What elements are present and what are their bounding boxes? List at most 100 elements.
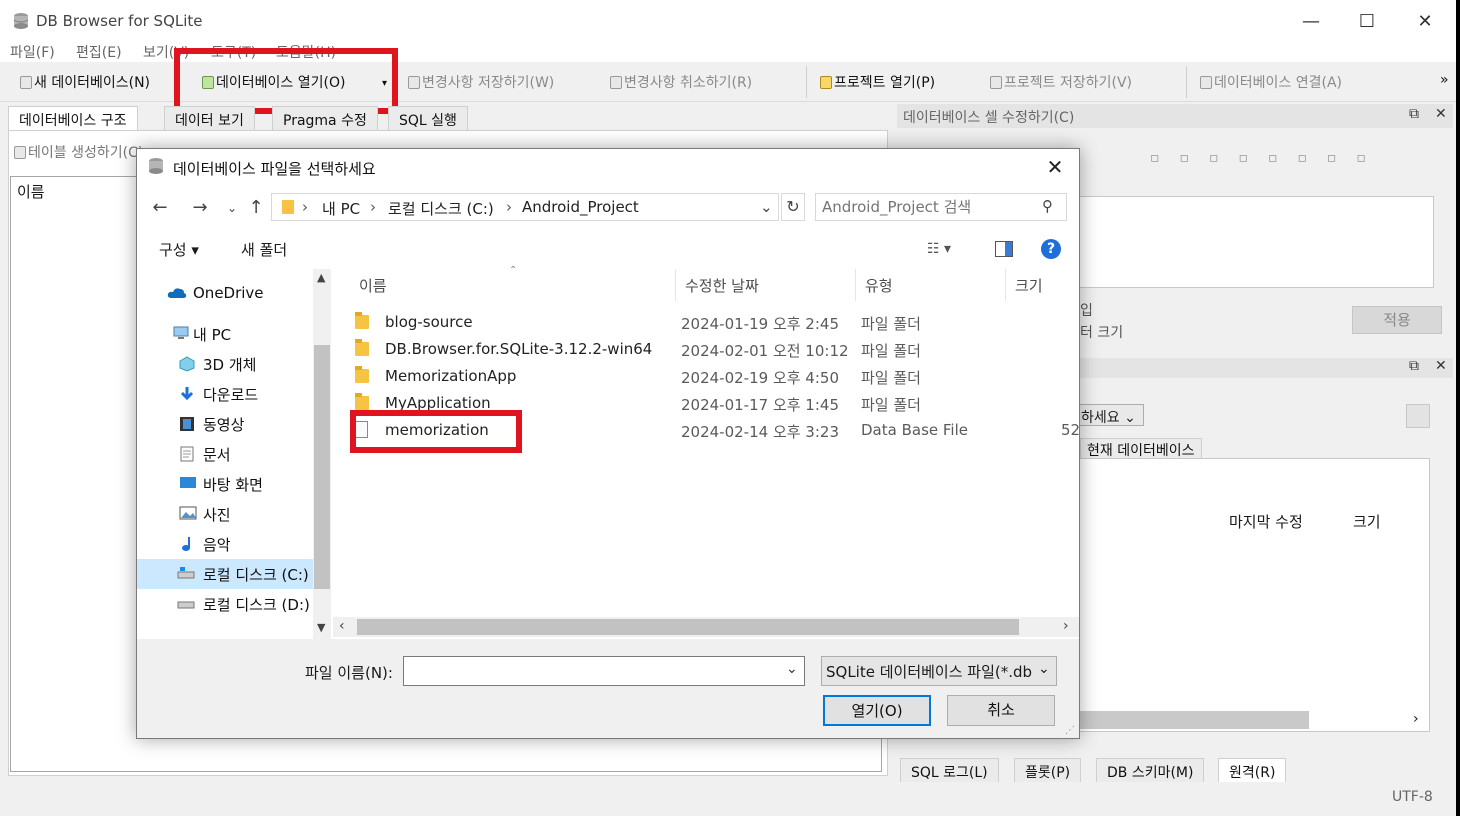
nav-item-local-disk-d[interactable]: 로컬 디스크 (D:): [137, 589, 315, 619]
address-bar[interactable]: › 내 PC › 로컬 디스크 (C:) › Android_Project ⌄: [271, 193, 779, 221]
remote-db-list[interactable]: 마지막 수정 크기 ›: [1078, 458, 1430, 732]
back-arrow-icon[interactable]: ←: [147, 195, 173, 221]
preview-pane-icon[interactable]: [995, 241, 1013, 257]
cancel-button[interactable]: 취소: [947, 695, 1055, 726]
tab-sql-log[interactable]: SQL 로그(L): [900, 758, 999, 782]
forward-arrow-icon[interactable]: →: [187, 195, 213, 221]
filename-dropdown-chevron-icon[interactable]: ⌄: [786, 661, 798, 677]
nav-item-music[interactable]: 음악: [137, 529, 315, 559]
dock-float-icon[interactable]: ⧉: [1409, 358, 1419, 374]
column-separator: [855, 269, 856, 301]
column-header-name[interactable]: 이름: [359, 275, 387, 296]
file-date: 2024-02-01 오전 10:12: [681, 342, 849, 360]
file-type-filter-select[interactable]: SQLite 데이터베이스 파일(*.db ⌄: [821, 656, 1057, 686]
remote-hscroll-thumb[interactable]: [1079, 711, 1309, 729]
search-input[interactable]: [822, 197, 1032, 217]
filename-combobox[interactable]: ⌄: [403, 656, 805, 686]
open-project-button[interactable]: 프로젝트 열기(P): [820, 72, 935, 92]
create-table-button[interactable]: 테이블 생성하기(C): [14, 142, 143, 162]
remote-push-button[interactable]: [1406, 404, 1430, 428]
scroll-thumb[interactable]: [314, 345, 330, 589]
write-changes-button[interactable]: 변경사항 저장하기(W): [408, 72, 554, 92]
menu-file[interactable]: 파일(F): [10, 42, 55, 62]
nav-item-documents[interactable]: 문서: [137, 439, 315, 469]
pc-icon: [173, 326, 189, 339]
minimize-button[interactable]: —: [1288, 8, 1334, 36]
file-row-memorizationapp[interactable]: MemorizationApp 2024-02-19 오후 4:50 파일 폴더: [343, 363, 1073, 390]
column-last-modified: 마지막 수정: [1229, 513, 1303, 531]
tab-db-schema[interactable]: DB 스키마(M): [1096, 758, 1205, 782]
resize-grip-icon[interactable]: ⋰: [1065, 725, 1075, 736]
nav-label-local-disk-d: 로컬 디스크 (D:): [203, 596, 310, 614]
breadcrumb-local-disk-c[interactable]: 로컬 디스크 (C:): [388, 198, 494, 219]
nav-item-3d-objects[interactable]: 3D 개체: [137, 349, 315, 379]
breadcrumb-this-pc[interactable]: 내 PC: [322, 198, 360, 219]
nav-label-downloads: 다운로드: [203, 386, 259, 404]
refresh-icon[interactable]: ↻: [781, 193, 805, 221]
open-button[interactable]: 열기(O): [823, 695, 931, 726]
address-dropdown-chevron-icon[interactable]: ⌄: [760, 198, 773, 216]
tab-browse-data[interactable]: 데이터 보기: [164, 106, 255, 130]
scroll-down-arrow[interactable]: ▼: [317, 621, 325, 634]
toolbar-overflow-button[interactable]: »: [1440, 72, 1449, 88]
tab-database-structure[interactable]: 데이터베이스 구조: [8, 106, 138, 130]
tab-remote[interactable]: 원격(R): [1218, 758, 1287, 782]
breadcrumb-android-project[interactable]: Android_Project: [522, 198, 639, 216]
remote-identity-select[interactable]: 하세요 ⌄: [1076, 404, 1144, 426]
scroll-right-arrow[interactable]: ›: [1413, 711, 1419, 727]
column-header-type[interactable]: 유형: [865, 275, 893, 296]
nav-item-pictures[interactable]: 사진: [137, 499, 315, 529]
recent-locations-chevron-icon[interactable]: ⌄: [219, 195, 245, 221]
file-type: 파일 폴더: [861, 315, 921, 333]
scroll-left-arrow[interactable]: ‹: [339, 618, 345, 634]
nav-label-local-disk-c: 로컬 디스크 (C:): [203, 566, 309, 584]
search-icon: ⚲: [1042, 197, 1053, 215]
edit-cell-toolbar-icons[interactable]: ▫▫▫▫▫▫▫▫: [1150, 150, 1440, 172]
nav-item-downloads[interactable]: 다운로드: [137, 379, 315, 409]
nav-item-this-pc[interactable]: 내 PC: [137, 319, 315, 349]
file-list-hscrollbar[interactable]: ‹ ›: [333, 617, 1079, 637]
save-project-button[interactable]: 프로젝트 저장하기(V): [990, 72, 1132, 92]
dock-float-icon[interactable]: ⧉: [1409, 106, 1419, 122]
menu-edit[interactable]: 편집(E): [76, 42, 122, 62]
column-header-size[interactable]: 크기: [1015, 275, 1043, 296]
write-changes-label: 변경사항 저장하기(W): [422, 75, 555, 91]
tab-plot[interactable]: 플롯(P): [1014, 758, 1082, 782]
view-options-icon[interactable]: ☷ ▾: [927, 241, 951, 257]
dialog-close-button[interactable]: ✕: [1037, 153, 1073, 181]
file-row-blog-source[interactable]: blog-source 2024-01-19 오후 2:45 파일 폴더: [343, 309, 1073, 336]
nav-item-videos[interactable]: 동영상: [137, 409, 315, 439]
scroll-thumb[interactable]: [357, 619, 1019, 635]
column-header-date[interactable]: 수정한 날짜: [685, 275, 759, 296]
search-box[interactable]: ⚲: [815, 193, 1067, 221]
nav-item-onedrive[interactable]: OneDrive: [137, 279, 315, 309]
tab-execute-sql[interactable]: SQL 실행: [388, 106, 468, 130]
dialog-footer: 파일 이름(N): ⌄ SQLite 데이터베이스 파일(*.db ⌄ 열기(O…: [137, 639, 1079, 738]
attach-database-label: 데이터베이스 연결(A): [1214, 75, 1342, 91]
navigation-scrollbar[interactable]: ▲ ▼: [313, 269, 331, 639]
column-size: 크기: [1353, 513, 1381, 531]
maximize-button[interactable]: ☐: [1344, 8, 1390, 36]
apply-button[interactable]: 적용: [1352, 306, 1442, 334]
tab-edit-pragmas[interactable]: Pragma 수정: [272, 106, 378, 130]
organize-button[interactable]: 구성 ▾: [159, 239, 199, 260]
revert-changes-button[interactable]: 변경사항 취소하기(R): [610, 72, 752, 92]
dock-close-icon[interactable]: ✕: [1435, 358, 1447, 374]
dialog-title: 데이터베이스 파일을 선택하세요: [173, 160, 376, 178]
up-arrow-icon[interactable]: ↑: [243, 195, 269, 221]
dock-close-icon[interactable]: ✕: [1435, 106, 1447, 122]
scroll-right-arrow[interactable]: ›: [1063, 618, 1069, 634]
close-button[interactable]: ✕: [1402, 8, 1448, 36]
file-name: blog-source: [385, 313, 473, 331]
scroll-up-arrow[interactable]: ▲: [317, 271, 325, 284]
tab-current-database[interactable]: 현재 데이터베이스: [1080, 438, 1202, 460]
filename-input[interactable]: [408, 661, 778, 681]
edit-cell-text-area[interactable]: [1078, 196, 1434, 288]
nav-item-desktop[interactable]: 바탕 화면: [137, 469, 315, 499]
new-database-button[interactable]: 새 데이터베이스(N): [20, 72, 150, 92]
attach-database-button[interactable]: 데이터베이스 연결(A): [1200, 72, 1342, 92]
file-row-db-browser[interactable]: DB.Browser.for.SQLite-3.12.2-win64 2024-…: [343, 336, 1073, 363]
new-folder-button[interactable]: 새 폴더: [241, 239, 287, 260]
help-icon[interactable]: ?: [1041, 239, 1061, 259]
nav-item-local-disk-c[interactable]: 로컬 디스크 (C:): [137, 559, 315, 589]
